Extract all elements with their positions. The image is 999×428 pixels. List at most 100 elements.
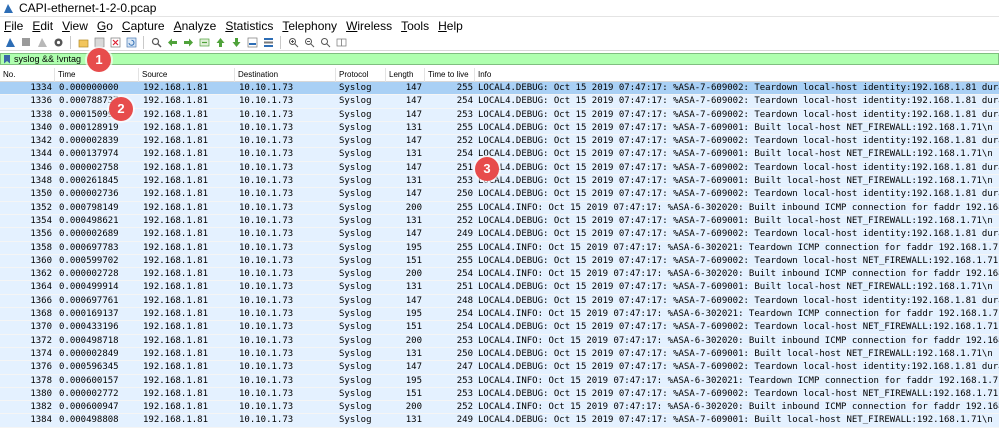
packet-row[interactable]: 1374 0.000002849 192.168.1.81 10.10.1.73 Sys… bbox=[0, 347, 999, 362]
cell-info: LOCAL4.INFO: Oct 15 2019 07:47:17: %ASA-… bbox=[478, 375, 999, 386]
cell-protocol: Syslog bbox=[339, 109, 372, 120]
first-icon[interactable] bbox=[214, 36, 226, 48]
menu-help[interactable]: Help bbox=[438, 19, 463, 33]
column-length[interactable]: Length bbox=[386, 68, 425, 82]
shark-start-icon[interactable] bbox=[4, 36, 16, 48]
zoom-reset-icon[interactable] bbox=[319, 36, 331, 48]
packet-row[interactable]: 1348 0.000261845 192.168.1.81 10.10.1.73 Sys… bbox=[0, 175, 999, 189]
cell-time: 0.000137974 bbox=[59, 149, 119, 160]
menu-edit[interactable]: Edit bbox=[32, 19, 53, 33]
packet-row[interactable]: 1344 0.000137974 192.168.1.81 10.10.1.73 Sys… bbox=[0, 148, 999, 162]
packet-row[interactable]: 1384 0.000498808 192.168.1.81 10.10.1.73 Sys… bbox=[0, 414, 999, 428]
cell-protocol: Syslog bbox=[339, 388, 372, 399]
cell-source: 192.168.1.81 bbox=[143, 215, 209, 226]
title-bar: CAPI-ethernet-1-2-0.pcap bbox=[0, 0, 999, 17]
cell-info: LOCAL4.DEBUG: Oct 15 2019 07:47:17: %ASA… bbox=[478, 348, 993, 359]
packet-row[interactable]: 1380 0.000002772 192.168.1.81 10.10.1.73 Sys… bbox=[0, 387, 999, 402]
cell-source: 192.168.1.81 bbox=[143, 402, 209, 413]
cell-info: LOCAL4.DEBUG: Oct 15 2019 07:47:17: %ASA… bbox=[478, 149, 993, 160]
cell-time: 0.000600157 bbox=[59, 375, 119, 386]
close-file-icon[interactable] bbox=[109, 36, 121, 48]
last-icon[interactable] bbox=[230, 36, 242, 48]
packet-row[interactable]: 1346 0.000002758 192.168.1.81 10.10.1.73 Sys… bbox=[0, 161, 999, 176]
cell-ttl: 251 bbox=[456, 162, 473, 173]
cell-protocol: Syslog bbox=[339, 335, 372, 346]
packet-row[interactable]: 1360 0.000599702 192.168.1.81 10.10.1.73 Sys… bbox=[0, 254, 999, 269]
menu-statistics[interactable]: Statistics bbox=[225, 19, 273, 33]
packet-row[interactable]: 1378 0.000600157 192.168.1.81 10.10.1.73 Sys… bbox=[0, 374, 999, 388]
packet-row[interactable]: 1338 0.000150999 192.168.1.81 10.10.1.73 Sys… bbox=[0, 108, 999, 122]
column-destination[interactable]: Destination bbox=[235, 68, 336, 82]
toolbar-separator bbox=[143, 35, 144, 49]
packet-row[interactable]: 1342 0.000002839 192.168.1.81 10.10.1.73 Sys… bbox=[0, 135, 999, 149]
cell-ttl: 252 bbox=[456, 402, 473, 413]
packet-row[interactable]: 1358 0.000697783 192.168.1.81 10.10.1.73 Sys… bbox=[0, 241, 999, 255]
menu-capture[interactable]: Capture bbox=[122, 19, 165, 33]
packet-row[interactable]: 1382 0.000600947 192.168.1.81 10.10.1.73 Sys… bbox=[0, 401, 999, 415]
menu-go[interactable]: Go bbox=[97, 19, 113, 33]
cell-destination: 10.10.1.73 bbox=[239, 415, 294, 426]
cell-time: 0.000798149 bbox=[59, 202, 119, 213]
packet-row[interactable]: 1362 0.000002728 192.168.1.81 10.10.1.73 Sys… bbox=[0, 268, 999, 282]
packet-row[interactable]: 1354 0.000498621 192.168.1.81 10.10.1.73 Sys… bbox=[0, 214, 999, 229]
packet-row[interactable]: 1334 0.000000000 192.168.1.81 10.10.1.73 Sys… bbox=[0, 82, 999, 96]
zoom-out-icon[interactable] bbox=[303, 36, 315, 48]
back-icon[interactable] bbox=[166, 36, 178, 48]
zoom-in-icon[interactable] bbox=[287, 36, 299, 48]
cell-source: 192.168.1.81 bbox=[143, 176, 209, 187]
menu-telephony[interactable]: Telephony bbox=[282, 19, 337, 33]
packet-row[interactable]: 1350 0.000002736 192.168.1.81 10.10.1.73 Sys… bbox=[0, 188, 999, 202]
column-no[interactable]: No. bbox=[0, 68, 55, 82]
cell-ttl: 249 bbox=[456, 415, 473, 426]
window-title: CAPI-ethernet-1-2-0.pcap bbox=[19, 1, 157, 15]
open-icon[interactable] bbox=[77, 36, 89, 48]
cell-length: 147 bbox=[405, 295, 422, 306]
save-icon[interactable] bbox=[93, 36, 105, 48]
display-filter-bar[interactable]: syslog && !vntag bbox=[0, 53, 999, 65]
menu-file[interactable]: File bbox=[4, 19, 23, 33]
packet-row[interactable]: 1372 0.000498718 192.168.1.81 10.10.1.73 Sys… bbox=[0, 334, 999, 348]
bookmark-icon[interactable] bbox=[4, 54, 10, 64]
menu-analyze[interactable]: Analyze bbox=[174, 19, 217, 33]
packet-row[interactable]: 1356 0.000002689 192.168.1.81 10.10.1.73 Sys… bbox=[0, 228, 999, 242]
stop-icon[interactable] bbox=[20, 36, 32, 48]
cell-source: 192.168.1.81 bbox=[143, 269, 209, 280]
colorize-icon[interactable] bbox=[262, 36, 274, 48]
display-filter-input[interactable]: syslog && !vntag bbox=[14, 54, 81, 64]
resize-columns-icon[interactable] bbox=[335, 36, 347, 48]
find-icon[interactable] bbox=[150, 36, 162, 48]
cell-ttl: 255 bbox=[456, 122, 473, 133]
options-icon[interactable] bbox=[52, 36, 64, 48]
menu-wireless[interactable]: Wireless bbox=[346, 19, 392, 33]
menu-view[interactable]: View bbox=[62, 19, 88, 33]
packet-row[interactable]: 1366 0.000697761 192.168.1.81 10.10.1.73 Sys… bbox=[0, 294, 999, 309]
column-ttl[interactable]: Time to live bbox=[425, 68, 475, 82]
column-source[interactable]: Source bbox=[139, 68, 235, 82]
packet-row[interactable]: 1368 0.000169137 192.168.1.81 10.10.1.73 Sys… bbox=[0, 308, 999, 322]
column-protocol[interactable]: Protocol bbox=[336, 68, 386, 82]
cell-destination: 10.10.1.73 bbox=[239, 402, 294, 413]
cell-time: 0.000697761 bbox=[59, 295, 119, 306]
column-info[interactable]: Info bbox=[475, 68, 999, 82]
cell-info: LOCAL4.INFO: Oct 15 2019 07:47:17: %ASA-… bbox=[478, 202, 999, 213]
cell-info: LOCAL4.DEBUG: Oct 15 2019 07:47:17: %ASA… bbox=[478, 109, 999, 120]
packet-row[interactable]: 1336 0.000788737 192.168.1.81 10.10.1.73 Sys… bbox=[0, 95, 999, 109]
packet-row[interactable]: 1364 0.000499914 192.168.1.81 10.10.1.73 Sys… bbox=[0, 281, 999, 295]
cell-info: LOCAL4.INFO: Oct 15 2019 07:47:17: %ASA-… bbox=[478, 402, 999, 413]
reload-icon[interactable] bbox=[125, 36, 137, 48]
packet-row[interactable]: 1352 0.000798149 192.168.1.81 10.10.1.73 Sys… bbox=[0, 201, 999, 215]
menu-tools[interactable]: Tools bbox=[401, 19, 429, 33]
restart-icon[interactable] bbox=[36, 36, 48, 48]
packet-row[interactable]: 1376 0.000596345 192.168.1.81 10.10.1.73 Sys… bbox=[0, 361, 999, 375]
cell-destination: 10.10.1.73 bbox=[239, 362, 294, 373]
cell-destination: 10.10.1.73 bbox=[239, 136, 294, 147]
cell-ttl: 251 bbox=[456, 282, 473, 293]
cell-ttl: 252 bbox=[456, 136, 473, 147]
autoscroll-icon[interactable] bbox=[246, 36, 258, 48]
forward-icon[interactable] bbox=[182, 36, 194, 48]
packet-row[interactable]: 1340 0.000128919 192.168.1.81 10.10.1.73 Sys… bbox=[0, 121, 999, 136]
cell-source: 192.168.1.81 bbox=[143, 335, 209, 346]
packet-row[interactable]: 1370 0.000433196 192.168.1.81 10.10.1.73 Sys… bbox=[0, 321, 999, 335]
cell-time: 0.000128919 bbox=[59, 122, 119, 133]
goto-icon[interactable] bbox=[198, 36, 210, 48]
